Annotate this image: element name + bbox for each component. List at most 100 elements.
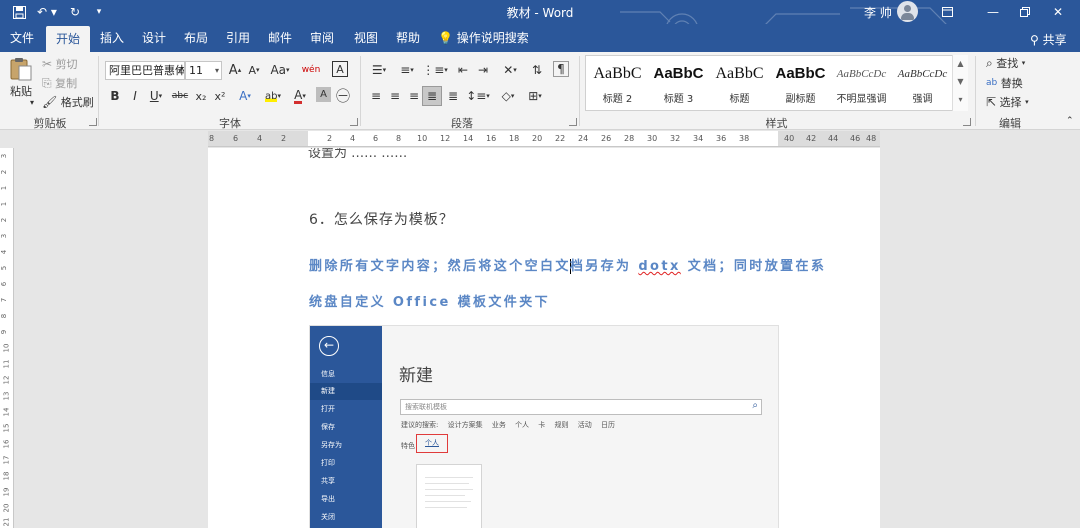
numbering-icon[interactable]: ≡ ▾	[395, 61, 419, 79]
document-page[interactable]: 设置为 …… …… 6．怎么保存为模板？ 删除所有文字内容；然后将这个空白文档另…	[208, 148, 880, 528]
character-shading-button[interactable]: A	[316, 87, 331, 102]
grow-font-button[interactable]: A ▴	[226, 61, 244, 79]
italic-button[interactable]: I	[126, 87, 144, 105]
underline-button[interactable]: U ▾	[144, 87, 168, 105]
cut-button[interactable]: ✂ 剪切	[42, 56, 78, 72]
select-button[interactable]: ⇱ 选择 ▾	[986, 94, 1029, 110]
clipboard-icon	[10, 58, 32, 81]
ruler-tick: 13	[2, 391, 11, 401]
highlight-button[interactable]: ab ▾	[260, 87, 286, 105]
backstage-menu-item: 信息	[321, 370, 335, 378]
ruler-tick: 4	[257, 134, 263, 143]
character-border-button[interactable]: A	[332, 61, 348, 77]
scroll-up-icon[interactable]: ▲	[953, 55, 968, 73]
clipboard-launcher-icon[interactable]	[89, 118, 97, 126]
distributed-icon[interactable]: ≣	[444, 87, 462, 105]
tell-me-label: 操作说明搜索	[456, 31, 529, 45]
style-heading-3[interactable]: AaBbC 标题 3	[648, 56, 709, 110]
find-label: 查找	[996, 57, 1019, 70]
tab-references[interactable]: 引用	[218, 24, 258, 52]
cursor-icon: ⇱	[986, 95, 997, 109]
shrink-font-button[interactable]: A ▾	[245, 61, 263, 79]
select-label: 选择	[999, 96, 1022, 109]
font-name-combo[interactable]: 阿里巴巴普惠体 ▾	[105, 61, 185, 80]
style-sample: AaBbC	[653, 65, 704, 82]
align-left-icon[interactable]: ≡	[367, 87, 385, 105]
copy-label: 复制	[55, 77, 78, 90]
ruler-tick: 30	[647, 134, 658, 143]
horizontal-ruler[interactable]: 8 6 4 2 2 4 6 8 10 12 14 16 18 20 22 24 …	[208, 131, 880, 147]
tab-help[interactable]: 帮助	[388, 24, 428, 52]
enclose-characters-icon[interactable]: ㊀	[334, 87, 352, 105]
paste-button[interactable]: 粘贴	[8, 57, 34, 99]
ribbon-tabs: 文件 开始 插入 设计 布局 引用 邮件 审阅 视图 帮助 💡 操作说明搜索 ⚲…	[0, 24, 1080, 52]
style-title[interactable]: AaBbC 标题	[709, 56, 770, 110]
clear-format-button[interactable]: wén	[298, 61, 324, 79]
copy-button[interactable]: ⎘ 复制	[42, 75, 77, 91]
backstage-sidebar: ← 信息 新建 打开 保存 另存为 打印 共享 导出 关闭	[310, 326, 382, 528]
asian-layout-icon[interactable]: ✕ ▾	[498, 61, 522, 79]
suggestion: 活动	[577, 421, 592, 429]
justify-icon[interactable]: ≣	[422, 86, 442, 106]
align-right-icon[interactable]: ≡	[405, 87, 423, 105]
strikethrough-button[interactable]: abc	[170, 87, 190, 105]
tab-insert[interactable]: 插入	[92, 24, 132, 52]
subscript-button[interactable]: x₂	[192, 87, 210, 105]
bold-button[interactable]: B	[106, 87, 124, 105]
close-icon[interactable]: ✕	[1036, 0, 1080, 24]
tab-review[interactable]: 审阅	[302, 24, 342, 52]
tab-file[interactable]: 文件	[0, 24, 44, 52]
ruler-tick: 4	[0, 249, 9, 255]
superscript-icon: x²	[214, 89, 226, 103]
find-button[interactable]: ⌕ 查找 ▾	[986, 55, 1025, 71]
style-subtitle[interactable]: AaBbC 副标题	[770, 56, 831, 110]
replace-button[interactable]: ab 替换	[986, 75, 1023, 91]
personal-tab: 个人	[425, 439, 439, 447]
tab-mailings[interactable]: 邮件	[260, 24, 300, 52]
style-heading-2[interactable]: AaBbC 标题 2	[587, 56, 648, 110]
ruler-tick: 6	[373, 134, 379, 143]
decrease-indent-icon[interactable]: ⇤	[454, 61, 472, 79]
font-color-button[interactable]: A ▾	[288, 87, 312, 105]
bold-icon: B	[110, 89, 120, 103]
line-spacing-icon[interactable]: ↕≡ ▾	[466, 87, 490, 105]
ruler-tick: 14	[463, 134, 474, 143]
change-case-button[interactable]: Aa ▾	[267, 61, 293, 79]
multilevel-list-icon[interactable]: ⋮≡ ▾	[422, 61, 448, 79]
show-marks-icon[interactable]: ¶	[553, 61, 569, 77]
tell-me-search[interactable]: 💡 操作说明搜索	[438, 24, 534, 52]
tab-design[interactable]: 设计	[134, 24, 174, 52]
style-emphasis[interactable]: AaBbCcDc 强调	[892, 56, 953, 110]
increase-indent-icon[interactable]: ⇥	[474, 61, 492, 79]
ribbon-display-options-icon[interactable]	[924, 0, 970, 24]
tab-layout[interactable]: 布局	[176, 24, 216, 52]
more-styles-icon[interactable]: ▾	[953, 91, 968, 109]
align-center-icon[interactable]: ≡	[386, 87, 404, 105]
borders-icon[interactable]: ⊞ ▾	[523, 87, 547, 105]
collapse-ribbon-icon[interactable]: ⌃	[1066, 116, 1074, 126]
font-launcher-icon[interactable]	[350, 118, 358, 126]
superscript-button[interactable]: x²	[211, 87, 229, 105]
style-subtle-emphasis[interactable]: AaBbCcDc 不明显强调	[831, 56, 892, 110]
font-color-icon: A	[294, 87, 303, 104]
shading-bucket-icon[interactable]: ◇ ▾	[496, 87, 520, 105]
format-painter-button[interactable]: 🖌 格式刷	[42, 94, 94, 110]
styles-launcher-icon[interactable]	[963, 118, 971, 126]
paste-dropdown-icon[interactable]: ▾	[30, 98, 34, 107]
ruler-tick: 18	[2, 471, 11, 481]
lightbulb-icon: 💡	[438, 31, 453, 45]
tab-view[interactable]: 视图	[344, 24, 388, 52]
font-size-combo[interactable]: 11 ▾	[185, 61, 222, 80]
avatar[interactable]	[897, 1, 918, 22]
bullets-icon[interactable]: ☰ ▾	[367, 61, 391, 79]
sort-icon[interactable]: ⇅	[528, 61, 546, 79]
ruler-tick: 12	[440, 134, 451, 143]
text-effects-button[interactable]: A ▾	[233, 87, 257, 105]
share-button[interactable]: ⚲ 共享	[1030, 31, 1067, 48]
suggest-label: 建议的搜索:	[401, 421, 439, 429]
ruler-tick: 2	[0, 169, 9, 175]
vertical-ruler[interactable]: 3 2 1 1 2 3 4 5 6 7 8 9 10 11 12 13 14 1…	[0, 148, 14, 528]
scroll-down-icon[interactable]: ▼	[953, 73, 968, 91]
paragraph-launcher-icon[interactable]	[569, 118, 577, 126]
tab-home[interactable]: 开始	[46, 26, 90, 52]
